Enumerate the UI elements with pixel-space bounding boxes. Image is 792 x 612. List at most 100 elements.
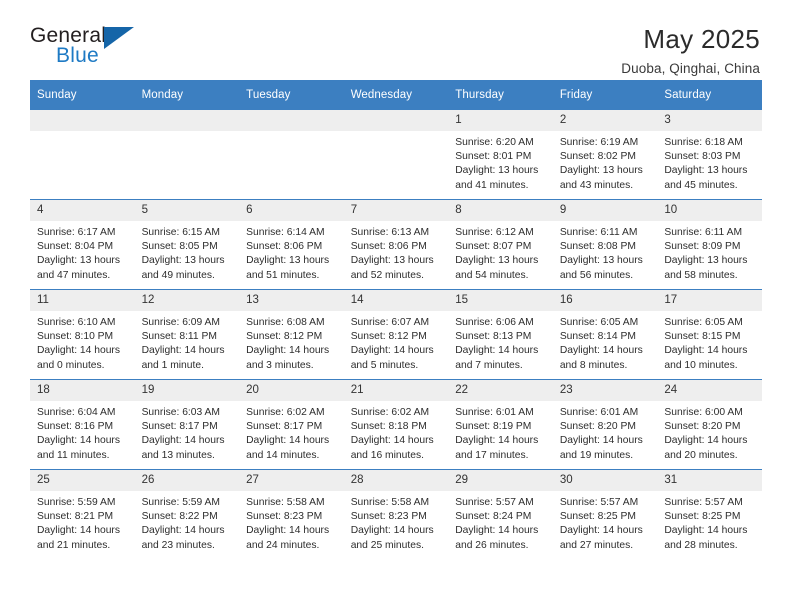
- calendar-day-cell[interactable]: 22 Sunrise: 6:01 AM Sunset: 8:19 PM Dayligh…: [448, 379, 553, 470]
- sunset-time: Sunset: 8:23 PM: [246, 511, 323, 523]
- calendar-body: 1 Sunrise: 6:20 AM Sunset: 8:01 PM Daylight…: [30, 110, 762, 559]
- day-sun-info: Sunrise: 6:19 AM Sunset: 8:02 PM Daylight:…: [553, 131, 658, 193]
- sunrise-time: Sunrise: 6:19 AM: [559, 137, 639, 148]
- sunset-time: Sunset: 8:06 PM: [246, 241, 323, 253]
- calendar-day-cell[interactable]: 17 Sunrise: 6:05 AM Sunset: 8:15 PM Dayligh…: [657, 289, 762, 380]
- day-number: [134, 110, 240, 131]
- daylight-duration-hours: Daylight: 14 hours: [664, 525, 748, 537]
- calendar-day-cell[interactable]: 28 Sunrise: 5:58 AM Sunset: 8:23 PM Dayligh…: [343, 469, 449, 559]
- calendar-week-row: 18 Sunrise: 6:04 AM Sunset: 8:16 PM Dayligh…: [30, 379, 762, 470]
- day-number: [343, 110, 449, 131]
- calendar-day-cell[interactable]: 1 Sunrise: 6:20 AM Sunset: 8:01 PM Daylight…: [448, 110, 553, 200]
- sunrise-time: Sunrise: 6:17 AM: [37, 227, 116, 238]
- sunrise-time: Sunrise: 6:11 AM: [664, 227, 743, 238]
- calendar-day-cell[interactable]: 15 Sunrise: 6:06 AM Sunset: 8:13 PM Dayligh…: [448, 289, 553, 380]
- daylight-duration-minutes: and 11 minutes.: [37, 449, 110, 461]
- daylight-duration-hours: Daylight: 13 hours: [559, 165, 643, 177]
- sunrise-time: Sunrise: 6:14 AM: [246, 227, 325, 238]
- sunset-time: Sunset: 8:07 PM: [455, 241, 532, 253]
- day-number: 5: [134, 200, 240, 221]
- calendar-day-cell[interactable]: 5 Sunrise: 6:15 AM Sunset: 8:05 PM Daylight…: [134, 199, 240, 290]
- day-number: 2: [552, 110, 658, 131]
- daylight-duration-hours: Daylight: 14 hours: [141, 435, 225, 447]
- day-number: 25: [30, 470, 135, 491]
- day-sun-info: Sunrise: 5:59 AM Sunset: 8:21 PM Daylight:…: [30, 491, 135, 553]
- sunset-time: Sunset: 8:19 PM: [455, 421, 532, 433]
- calendar-day-cell[interactable]: 27 Sunrise: 5:58 AM Sunset: 8:23 PM Dayligh…: [239, 469, 344, 559]
- daylight-duration-minutes: and 45 minutes.: [664, 179, 738, 191]
- sunrise-time: Sunrise: 5:59 AM: [141, 497, 220, 508]
- day-number: 12: [134, 290, 240, 311]
- calendar-day-cell[interactable]: 31 Sunrise: 5:57 AM Sunset: 8:25 PM Dayligh…: [657, 469, 762, 559]
- calendar-day-cell[interactable]: 10 Sunrise: 6:11 AM Sunset: 8:09 PM Dayligh…: [657, 199, 762, 290]
- calendar-day-cell-empty: [343, 110, 449, 200]
- calendar-day-cell[interactable]: 18 Sunrise: 6:04 AM Sunset: 8:16 PM Dayligh…: [30, 379, 135, 470]
- day-sun-info: Sunrise: 6:11 AM Sunset: 8:08 PM Daylight:…: [553, 221, 658, 283]
- daylight-duration-hours: Daylight: 14 hours: [37, 345, 120, 357]
- daylight-duration-minutes: and 16 minutes.: [350, 449, 424, 461]
- day-sun-info: Sunrise: 6:10 AM Sunset: 8:10 PM Daylight:…: [30, 311, 135, 373]
- day-sun-info: Sunrise: 5:57 AM Sunset: 8:25 PM Daylight:…: [657, 491, 762, 553]
- calendar-day-cell[interactable]: 13 Sunrise: 6:08 AM Sunset: 8:12 PM Dayligh…: [239, 289, 344, 380]
- calendar-grid: Sunday Monday Tuesday Wednesday Thursday…: [30, 80, 762, 559]
- calendar-day-cell[interactable]: 4 Sunrise: 6:17 AM Sunset: 8:04 PM Daylight…: [30, 199, 135, 290]
- day-sun-info: Sunrise: 6:02 AM Sunset: 8:17 PM Daylight:…: [239, 401, 344, 463]
- calendar-day-cell[interactable]: 25 Sunrise: 5:59 AM Sunset: 8:21 PM Dayligh…: [30, 469, 135, 559]
- calendar-day-cell[interactable]: 30 Sunrise: 5:57 AM Sunset: 8:25 PM Dayligh…: [552, 469, 658, 559]
- calendar-day-cell[interactable]: 14 Sunrise: 6:07 AM Sunset: 8:12 PM Dayligh…: [343, 289, 449, 380]
- daylight-duration-minutes: and 7 minutes.: [455, 359, 523, 371]
- calendar-day-cell[interactable]: 20 Sunrise: 6:02 AM Sunset: 8:17 PM Dayligh…: [239, 379, 344, 470]
- calendar-day-cell[interactable]: 3 Sunrise: 6:18 AM Sunset: 8:03 PM Daylight…: [657, 110, 762, 200]
- sunrise-time: Sunrise: 6:08 AM: [246, 317, 325, 328]
- calendar-day-cell[interactable]: 24 Sunrise: 6:00 AM Sunset: 8:20 PM Dayligh…: [657, 379, 762, 470]
- sunset-time: Sunset: 8:20 PM: [664, 421, 741, 433]
- daylight-duration-hours: Daylight: 13 hours: [664, 255, 748, 267]
- daylight-duration-minutes: and 25 minutes.: [350, 539, 424, 551]
- day-sun-info: Sunrise: 6:11 AM Sunset: 8:09 PM Daylight:…: [657, 221, 762, 283]
- calendar-day-cell[interactable]: 8 Sunrise: 6:12 AM Sunset: 8:07 PM Daylight…: [448, 199, 553, 290]
- sunset-time: Sunset: 8:04 PM: [37, 241, 114, 253]
- calendar-day-cell[interactable]: 12 Sunrise: 6:09 AM Sunset: 8:11 PM Dayligh…: [134, 289, 240, 380]
- day-number: 7: [343, 200, 449, 221]
- daylight-duration-hours: Daylight: 14 hours: [455, 435, 539, 447]
- calendar-day-cell[interactable]: 21 Sunrise: 6:02 AM Sunset: 8:18 PM Dayligh…: [343, 379, 449, 470]
- daylight-duration-minutes: and 52 minutes.: [350, 269, 424, 281]
- calendar-day-cell[interactable]: 11 Sunrise: 6:10 AM Sunset: 8:10 PM Dayligh…: [30, 289, 135, 380]
- daylight-duration-minutes: and 5 minutes.: [350, 359, 419, 371]
- sunset-time: Sunset: 8:09 PM: [664, 241, 741, 253]
- calendar-day-cell-empty: [239, 110, 344, 200]
- calendar-day-cell[interactable]: 6 Sunrise: 6:14 AM Sunset: 8:06 PM Daylight…: [239, 199, 344, 290]
- daylight-duration-hours: Daylight: 13 hours: [350, 255, 434, 267]
- calendar-day-cell[interactable]: 16 Sunrise: 6:05 AM Sunset: 8:14 PM Dayligh…: [552, 289, 658, 380]
- sunrise-time: Sunrise: 5:58 AM: [350, 497, 430, 508]
- calendar-day-cell[interactable]: 29 Sunrise: 5:57 AM Sunset: 8:24 PM Dayligh…: [448, 469, 553, 559]
- day-sun-info: Sunrise: 6:15 AM Sunset: 8:05 PM Daylight:…: [135, 221, 240, 283]
- calendar-day-cell[interactable]: 9 Sunrise: 6:11 AM Sunset: 8:08 PM Daylight…: [552, 199, 658, 290]
- generalblue-logo[interactable]: General Blue: [30, 24, 150, 78]
- calendar-week-row: 25 Sunrise: 5:59 AM Sunset: 8:21 PM Dayligh…: [30, 469, 762, 559]
- logo-text-blue: Blue: [56, 44, 99, 67]
- daylight-duration-hours: Daylight: 13 hours: [455, 165, 539, 177]
- calendar-day-cell[interactable]: 2 Sunrise: 6:19 AM Sunset: 8:02 PM Daylight…: [552, 110, 658, 200]
- calendar-day-cell[interactable]: 19 Sunrise: 6:03 AM Sunset: 8:17 PM Dayligh…: [134, 379, 240, 470]
- daylight-duration-minutes: and 14 minutes.: [246, 449, 320, 461]
- sunset-time: Sunset: 8:18 PM: [350, 421, 427, 433]
- weekday-header-wednesday: Wednesday: [343, 80, 449, 110]
- calendar-day-cell[interactable]: 26 Sunrise: 5:59 AM Sunset: 8:22 PM Dayligh…: [134, 469, 240, 559]
- daylight-duration-minutes: and 51 minutes.: [246, 269, 320, 281]
- daylight-duration-hours: Daylight: 13 hours: [141, 255, 225, 267]
- day-number: 28: [343, 470, 449, 491]
- daylight-duration-hours: Daylight: 14 hours: [141, 525, 225, 537]
- weekday-header-monday: Monday: [134, 80, 240, 110]
- day-sun-info: Sunrise: 6:04 AM Sunset: 8:16 PM Daylight:…: [30, 401, 135, 463]
- sunset-time: Sunset: 8:22 PM: [141, 511, 218, 523]
- sunset-time: Sunset: 8:24 PM: [455, 511, 532, 523]
- day-sun-info: Sunrise: 6:08 AM Sunset: 8:12 PM Daylight:…: [239, 311, 344, 373]
- calendar-day-cell[interactable]: 23 Sunrise: 6:01 AM Sunset: 8:20 PM Dayligh…: [552, 379, 658, 470]
- day-number: 24: [657, 380, 762, 401]
- calendar-day-cell[interactable]: 7 Sunrise: 6:13 AM Sunset: 8:06 PM Daylight…: [343, 199, 449, 290]
- sunset-time: Sunset: 8:02 PM: [559, 151, 636, 163]
- daylight-duration-minutes: and 8 minutes.: [559, 359, 628, 371]
- day-number: 23: [552, 380, 658, 401]
- sunrise-time: Sunrise: 6:10 AM: [37, 317, 116, 328]
